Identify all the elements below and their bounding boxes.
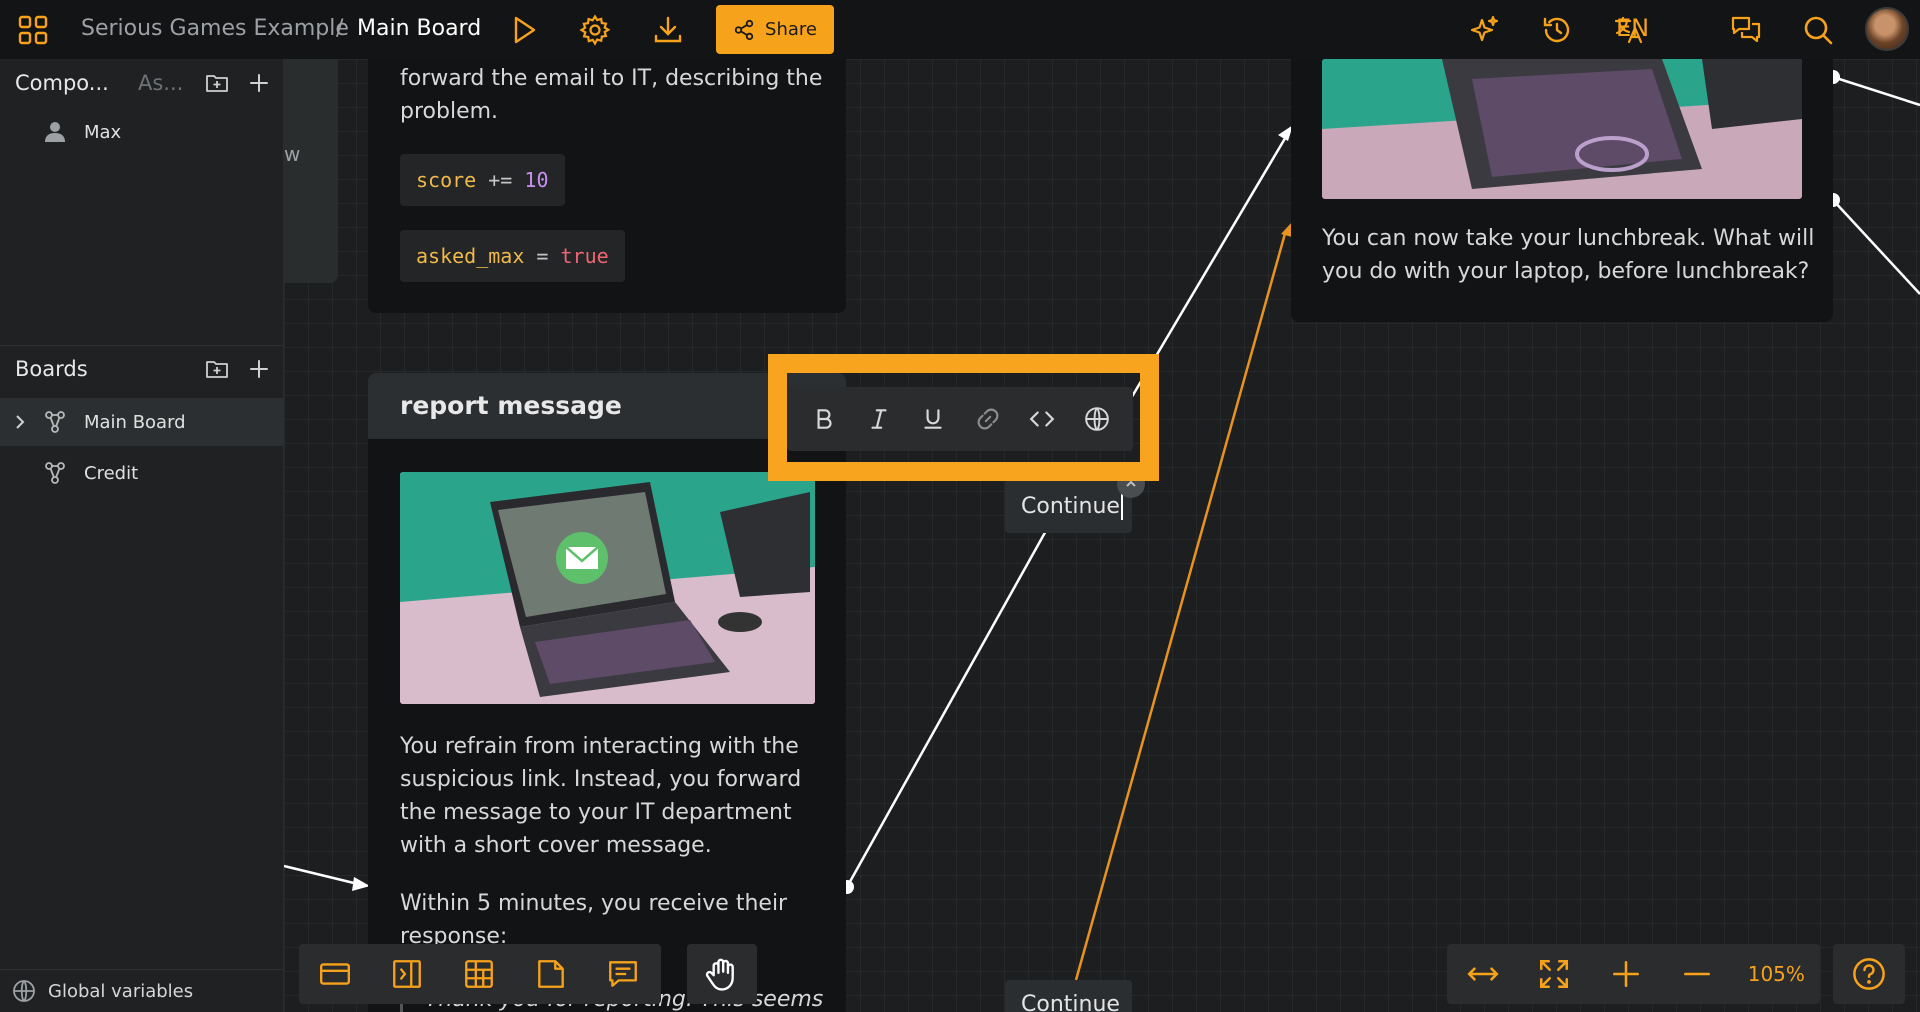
components-section-header: Compo... As... (0, 61, 284, 105)
play-icon[interactable] (504, 10, 544, 50)
code-operator: += (488, 168, 513, 192)
language-code[interactable]: EN (1616, 14, 1649, 42)
breadcrumb-project[interactable]: Serious Games Example (81, 16, 349, 41)
fit-width-icon[interactable] (1447, 946, 1518, 1002)
card-text-line: You refrain from interacting with the (400, 734, 799, 759)
settings-gear-icon[interactable] (575, 10, 615, 50)
partial-card-text: w (284, 142, 301, 166)
insert-toolbar (299, 944, 661, 1004)
apps-grid-icon[interactable] (13, 10, 53, 50)
board-icon (45, 462, 65, 484)
comments-icon[interactable] (1726, 10, 1766, 50)
download-icon[interactable] (648, 10, 688, 50)
add-component-icon[interactable] (244, 68, 274, 98)
fullscreen-icon[interactable] (1518, 946, 1589, 1002)
boards-section-header: Boards (0, 347, 284, 391)
sidebar-item-main-board[interactable]: Main Board (0, 398, 284, 446)
board-label: Main Board (84, 411, 186, 433)
help-icon[interactable] (1833, 944, 1905, 1004)
underline-icon[interactable] (906, 395, 961, 443)
user-avatar[interactable] (1865, 7, 1909, 51)
hand-pan-icon[interactable] (687, 944, 757, 1004)
choice-continue-editing[interactable]: Continue (1005, 480, 1132, 533)
note-icon[interactable] (515, 946, 587, 1002)
ai-sparkle-icon[interactable] (1465, 10, 1505, 50)
component-label: Max (84, 121, 122, 143)
card-text-line: suspicious link. Instead, you forward (400, 767, 802, 792)
choice-label[interactable]: Continue (1021, 992, 1120, 1012)
card-text-line: the message to your IT department (400, 800, 792, 825)
boards-title: Boards (15, 357, 88, 381)
add-board-icon[interactable] (244, 354, 274, 384)
card-text-line: forward the email to IT, describing the (400, 66, 823, 91)
dialogue-card-icon[interactable] (299, 946, 371, 1002)
zoom-out-icon[interactable] (1661, 946, 1732, 1002)
share-button-label: Share (765, 19, 817, 40)
assets-tab[interactable]: As... (138, 71, 183, 95)
code-block-score[interactable]: score += 10 (400, 154, 565, 206)
comment-icon[interactable] (587, 946, 659, 1002)
table-icon[interactable] (443, 946, 515, 1002)
branch-icon[interactable] (371, 946, 443, 1002)
code-value: true (560, 244, 609, 268)
new-folder-icon[interactable] (202, 68, 232, 98)
card-text-line: You can now take your lunchbreak. What w… (1322, 226, 1815, 251)
globe-variables-icon (13, 980, 35, 1002)
global-variables-label: Global variables (48, 980, 194, 1002)
code-icon[interactable] (1015, 395, 1070, 443)
text-cursor (1120, 493, 1123, 520)
new-board-folder-icon[interactable] (202, 354, 232, 384)
search-icon[interactable] (1798, 10, 1838, 50)
card-image-laptop (1322, 59, 1802, 199)
card-text-line: with a short cover message. (400, 833, 712, 858)
components-tab[interactable]: Compo... (15, 71, 109, 95)
top-bar: Serious Games Example / Main Board Share… (0, 0, 1920, 59)
choice-continue[interactable]: Continue (1005, 980, 1132, 1012)
choice-label[interactable]: Continue (1021, 494, 1120, 519)
bold-icon[interactable] (797, 395, 852, 443)
sidebar: Compo... As... Max Boards Main Board Cre… (0, 59, 284, 1012)
code-value: 10 (524, 168, 549, 192)
view-toolbar: 105% (1447, 944, 1820, 1004)
globe-icon[interactable] (1070, 395, 1125, 443)
person-icon (45, 122, 65, 142)
link-icon[interactable] (961, 395, 1016, 443)
card-text-line: you do with your laptop, before lunchbre… (1322, 259, 1810, 284)
zoom-in-icon[interactable] (1590, 946, 1661, 1002)
card-text-line: problem. (400, 99, 499, 124)
sidebar-item-credit[interactable]: Credit (0, 449, 284, 497)
code-block-asked-max[interactable]: asked_max = true (400, 230, 625, 282)
card-image-laptop-email (400, 472, 815, 704)
global-variables-button[interactable]: Global variables (0, 969, 284, 1012)
partial-card[interactable] (284, 59, 338, 283)
format-toolbar (787, 387, 1133, 451)
breadcrumb-separator: / (336, 16, 344, 41)
dialogue-card-lunchbreak[interactable]: You can now take your lunchbreak. What w… (1291, 40, 1833, 322)
section-divider (0, 345, 284, 346)
board-icon (45, 411, 65, 433)
card-title: report message (400, 391, 622, 420)
dialogue-card-ask-max[interactable]: forward the email to IT, describing the … (368, 40, 846, 313)
card-text-line: Within 5 minutes, you receive their (400, 891, 788, 916)
share-button[interactable]: Share (716, 5, 834, 54)
zoom-level[interactable]: 105% (1733, 962, 1820, 986)
chevron-right-icon[interactable] (12, 414, 28, 430)
code-variable: score (416, 168, 477, 192)
component-item-max[interactable]: Max (0, 108, 284, 156)
history-icon[interactable] (1537, 10, 1577, 50)
code-variable: asked_max (416, 244, 525, 268)
code-operator: = (536, 244, 549, 268)
italic-icon[interactable] (852, 395, 907, 443)
breadcrumb-board[interactable]: Main Board (357, 16, 481, 41)
board-label: Credit (84, 462, 139, 484)
